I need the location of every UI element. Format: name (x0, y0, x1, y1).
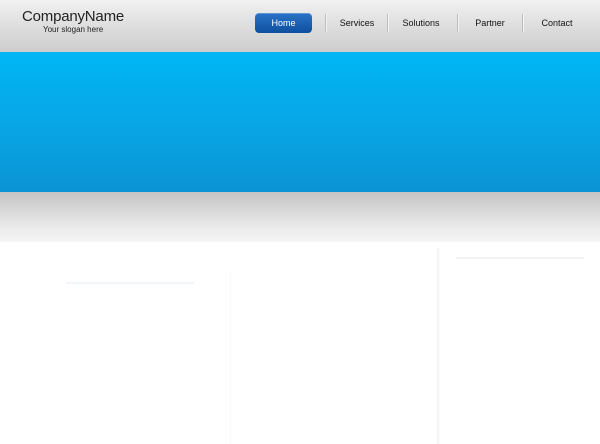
nav-item-contact[interactable]: Contact (530, 13, 584, 33)
nav-item-services[interactable]: Services (330, 13, 384, 33)
nav-separator (457, 14, 458, 32)
nav-separator (522, 14, 523, 32)
main-nav: Home Services Solutions Partner Contact (0, 13, 600, 33)
nav-item-home[interactable]: Home (255, 13, 312, 33)
banner-shadow (0, 192, 600, 242)
main-column-divider (230, 272, 231, 444)
hero-banner (0, 52, 600, 192)
main-heading-placeholder (66, 282, 194, 284)
nav-item-partner[interactable]: Partner (464, 13, 516, 33)
nav-separator (387, 14, 388, 32)
sidebar (440, 242, 600, 444)
nav-item-solutions[interactable]: Solutions (392, 13, 450, 33)
content-area (0, 242, 600, 444)
main-column (0, 242, 437, 444)
site-header: CompanyName Your slogan here Home Servic… (0, 0, 600, 53)
sidebar-heading-placeholder (456, 257, 584, 259)
nav-separator (325, 14, 326, 32)
